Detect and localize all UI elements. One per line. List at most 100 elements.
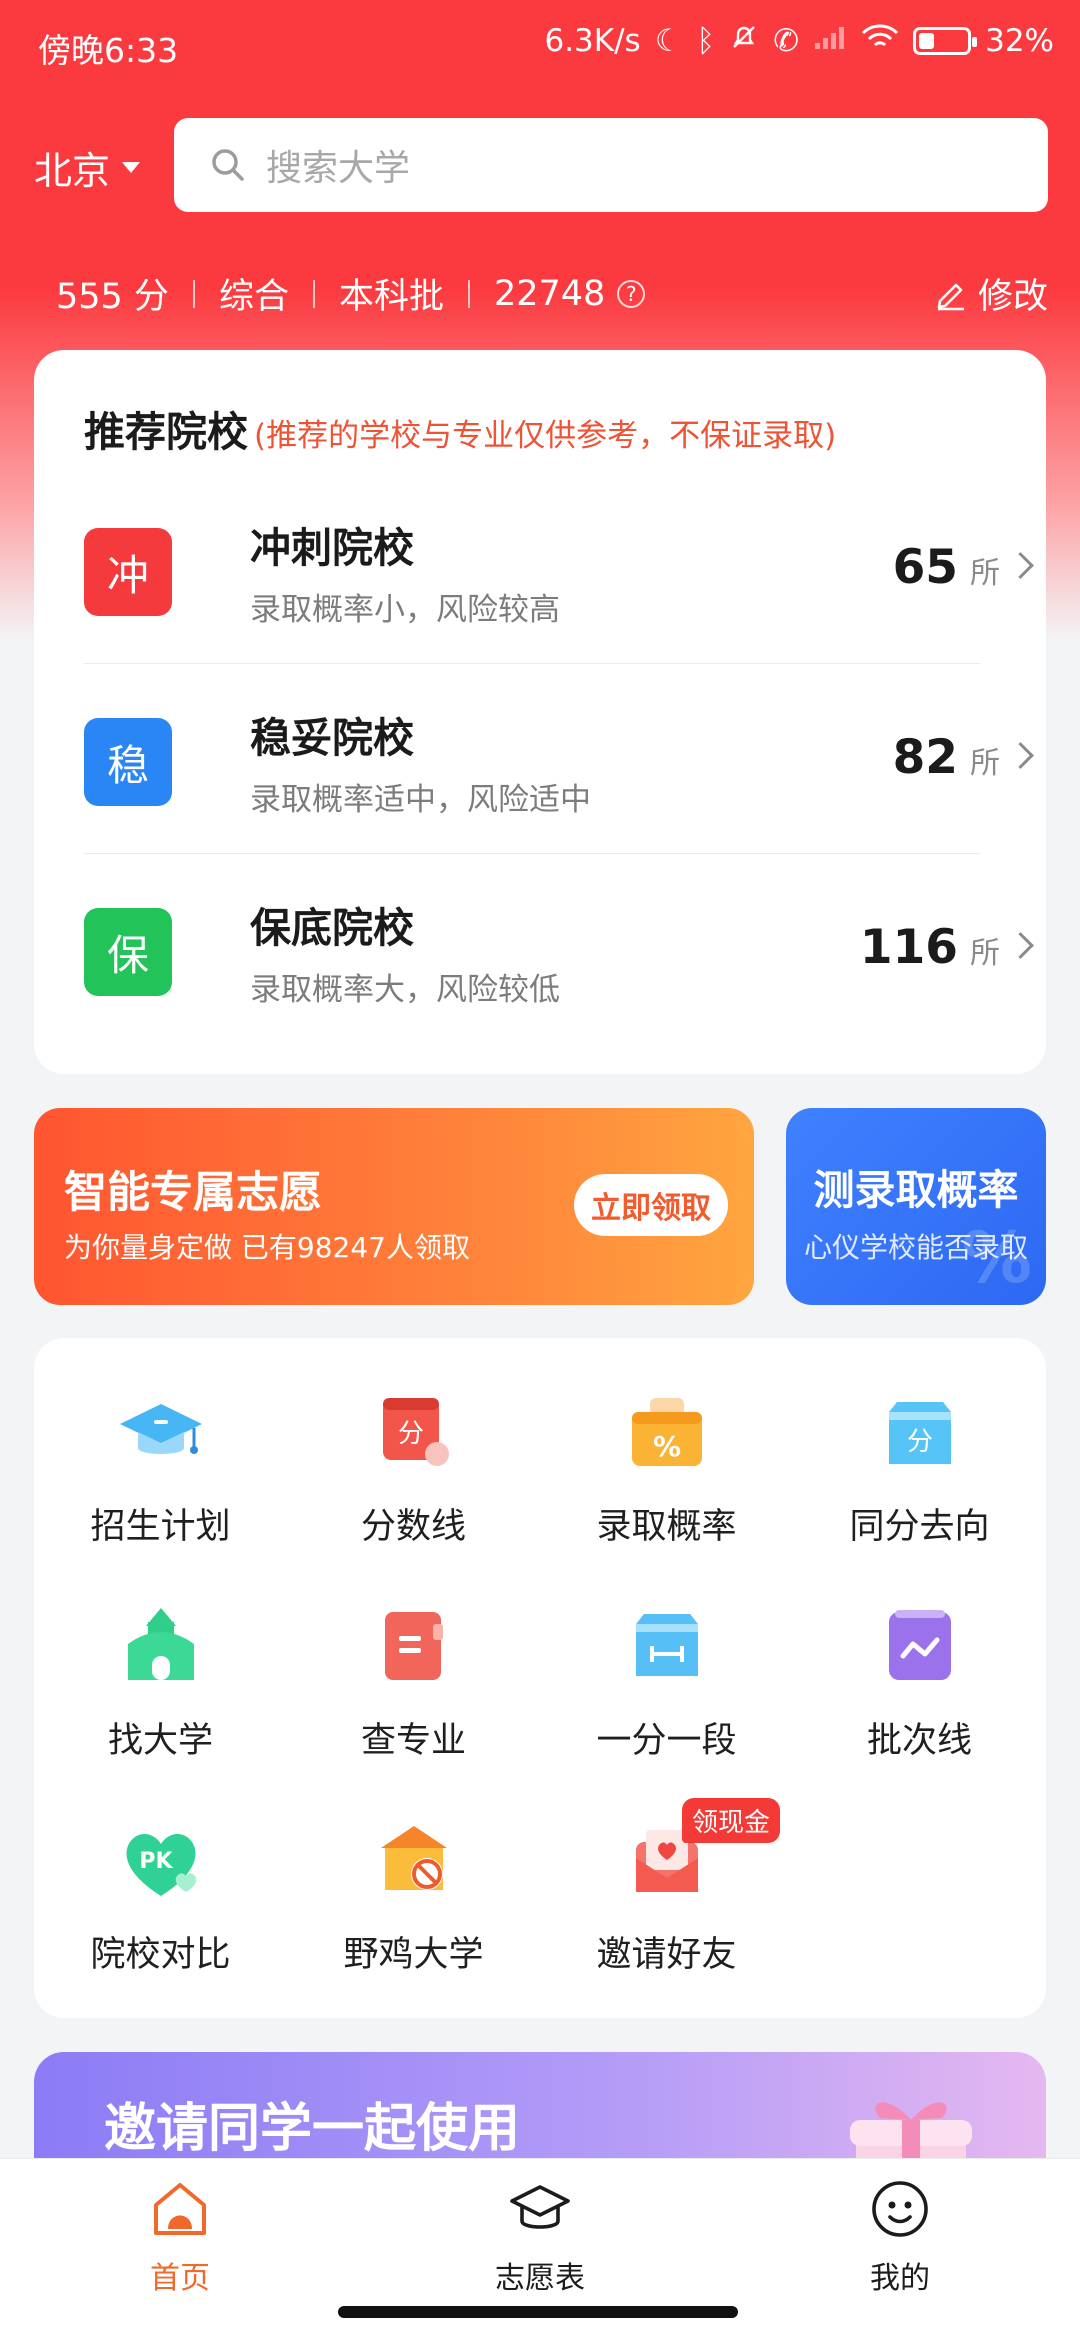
moon-icon: ☾: [654, 23, 683, 59]
tool-find-university[interactable]: 找大学: [34, 1552, 287, 1761]
batch-value: 本科批: [338, 277, 444, 317]
tool-label: 找大学: [107, 1721, 213, 1761]
pencil-icon: [937, 283, 964, 310]
smart-volunteer-subtitle: 为你量身定做 已有98247人领取: [64, 1231, 470, 1264]
tab-label: 首页: [150, 2261, 210, 2296]
book-icon: [384, 1612, 443, 1680]
steady-title: 稳妥院校: [250, 714, 414, 762]
steady-count-number: 82: [892, 730, 958, 785]
divider: [467, 279, 470, 308]
tool-label: 野鸡大学: [343, 1935, 484, 1975]
building-icon: [127, 1608, 194, 1680]
search-icon: [212, 149, 244, 181]
tool-label: 一分一段: [596, 1721, 737, 1761]
edit-label: 修改: [977, 277, 1048, 317]
graduation-cap-icon: [119, 1404, 202, 1454]
help-icon[interactable]: ?: [617, 279, 646, 308]
signal-icon: [813, 23, 847, 59]
chevron-right-icon: [1007, 552, 1034, 579]
recommend-card: 推荐院校 (推荐的学校与专业仅供参考，不保证录取) 冲 冲刺院校 录取概率小，风…: [34, 350, 1046, 1074]
steady-subtitle: 录取概率适中，风险适中: [250, 782, 591, 818]
battery-text: 32%: [985, 23, 1054, 59]
tool-same-score-destination[interactable]: 分 同分去向: [793, 1338, 1046, 1547]
battery-icon: [913, 27, 978, 55]
score-value: 555 分: [56, 277, 169, 317]
city-selector[interactable]: 北京: [34, 140, 141, 195]
wifi-icon: [861, 23, 899, 59]
tools-grid: 招生计划 分 分数线 % 录取概率 分 同分去向 找大学 查专业 一分一段 批次…: [34, 1338, 1046, 2018]
divider: [312, 279, 315, 308]
steady-count-unit: 所: [970, 746, 1000, 781]
status-icons: 6.3K/s ☾ ᛒ ✆ 32%: [544, 22, 1054, 60]
rush-schools-row[interactable]: 冲 冲刺院校 录取概率小，风险较高 65 所: [84, 474, 1034, 664]
claim-now-button[interactable]: 立即领取: [574, 1174, 728, 1236]
pk-heart-icon: PK: [126, 1833, 196, 1896]
svg-text:分: 分: [906, 1427, 932, 1457]
rush-count-unit: 所: [970, 556, 1000, 591]
svg-text:分: 分: [397, 1419, 423, 1449]
subject-value: 综合: [218, 277, 289, 317]
tab-volunteer-form[interactable]: 志愿表: [440, 2177, 640, 2297]
bell-off-icon: [729, 22, 759, 60]
call-icon: ✆: [773, 23, 800, 59]
battery-level: [919, 33, 935, 49]
steady-schools-row[interactable]: 稳 稳妥院校 录取概率适中，风险适中 82 所: [84, 664, 1034, 854]
tab-home[interactable]: 首页: [80, 2177, 280, 2297]
tool-label: 同分去向: [849, 1507, 990, 1547]
rush-count-number: 65: [892, 540, 958, 595]
home-indicator: [338, 2306, 738, 2318]
tool-invite-friends[interactable]: 领现金 邀请好友: [540, 1766, 793, 1975]
invite-banner-title: 邀请同学一起使用: [104, 2099, 521, 2159]
tool-score-line[interactable]: 分 分数线: [287, 1338, 540, 1547]
recommend-header: 推荐院校 (推荐的学校与专业仅供参考，不保证录取): [84, 398, 836, 458]
percent-watermark-icon: %: [961, 1217, 1032, 1299]
tool-label: 招生计划: [90, 1507, 231, 1547]
steady-badge: 稳: [84, 718, 172, 806]
rank-value: 22748: [493, 273, 606, 314]
status-bar: 傍晚6:33 6.3K/s ☾ ᛒ ✆ 32%: [0, 0, 1080, 92]
tool-compare-schools[interactable]: PK 院校对比: [34, 1766, 287, 1975]
chart-line-icon: [888, 1610, 951, 1680]
recommend-title: 推荐院校: [84, 408, 248, 456]
smart-volunteer-banner[interactable]: 智能专属志愿 为你量身定做 已有98247人领取 立即领取: [34, 1108, 754, 1305]
edit-button[interactable]: 修改: [934, 268, 1048, 319]
svg-text:%: %: [652, 1430, 680, 1463]
status-time: 傍晚6:33: [38, 31, 179, 70]
city-label: 北京: [34, 149, 111, 193]
tool-batch-line[interactable]: 批次线: [793, 1552, 1046, 1761]
tool-admission-probability[interactable]: % 录取概率: [540, 1338, 793, 1547]
tool-fake-universities[interactable]: 野鸡大学: [287, 1766, 540, 1975]
score-info[interactable]: 555 分 综合 本科批 22748 ?: [56, 268, 646, 319]
tool-label: 录取概率: [596, 1507, 737, 1547]
divider: [192, 279, 195, 308]
tab-label: 志愿表: [495, 2261, 585, 2296]
tool-search-major[interactable]: 查专业: [287, 1552, 540, 1761]
safe-subtitle: 录取概率大，风险较低: [250, 972, 560, 1008]
safe-count: 116 所: [860, 920, 1000, 975]
svg-text:PK: PK: [139, 1849, 173, 1874]
net-speed: 6.3K/s: [544, 23, 641, 59]
search-placeholder: 搜索大学: [266, 148, 411, 189]
ruler-icon: [635, 1614, 698, 1676]
dropdown-arrow-icon: [122, 162, 141, 173]
safe-schools-row[interactable]: 保 保底院校 录取概率大，风险较低 116 所: [84, 854, 1034, 1044]
admission-probability-banner[interactable]: 测录取概率 心仪学校能否录取 %: [786, 1108, 1046, 1305]
tool-enrollment-plan[interactable]: 招生计划: [34, 1338, 287, 1547]
tool-label: 邀请好友: [596, 1935, 737, 1975]
bluetooth-icon: ᛒ: [696, 23, 716, 59]
percent-basket-icon: %: [631, 1398, 702, 1466]
rush-count: 65 所: [893, 540, 1000, 595]
cash-reward-tag: 领现金: [682, 1798, 781, 1843]
rush-title: 冲刺院校: [250, 524, 414, 572]
rush-badge: 冲: [84, 528, 172, 616]
tab-mine[interactable]: 我的: [800, 2177, 1000, 2297]
tool-label: 查专业: [360, 1721, 466, 1761]
recommend-note: (推荐的学校与专业仅供参考，不保证录取): [254, 418, 837, 454]
tool-score-segment[interactable]: 一分一段: [540, 1552, 793, 1761]
tool-label: 院校对比: [90, 1935, 231, 1975]
search-input[interactable]: 搜索大学: [174, 118, 1048, 212]
safe-title: 保底院校: [250, 904, 414, 952]
smart-volunteer-title: 智能专属志愿: [64, 1168, 322, 1218]
tool-label: 批次线: [866, 1721, 972, 1761]
rush-subtitle: 录取概率小，风险较高: [250, 592, 560, 628]
